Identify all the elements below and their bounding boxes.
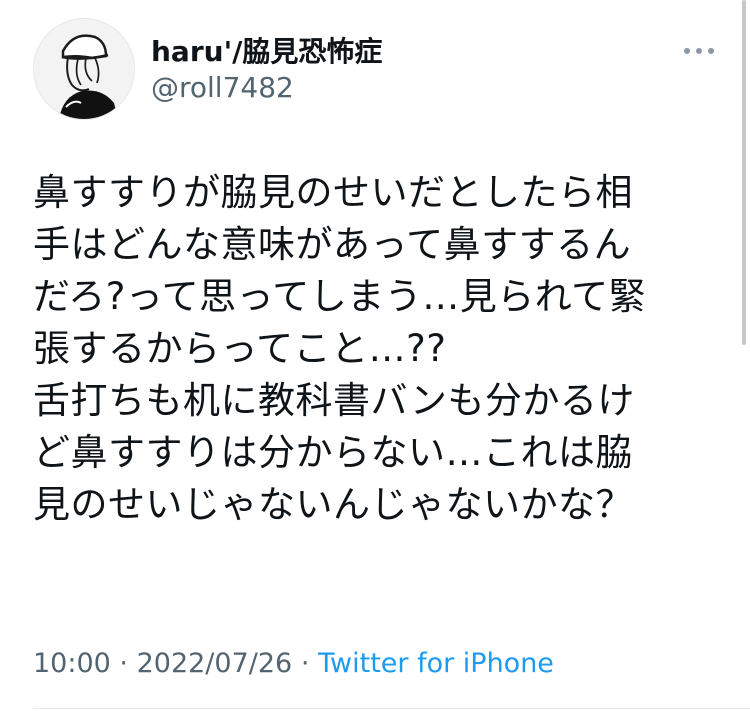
dot bbox=[696, 48, 702, 54]
tweet-source-link[interactable]: Twitter for iPhone bbox=[318, 648, 554, 679]
avatar[interactable] bbox=[33, 18, 135, 120]
tweet-time[interactable]: 10:00 bbox=[33, 648, 111, 679]
scrollbar[interactable] bbox=[742, 0, 746, 345]
tweet-text-line: だろ?って思ってしまう…見られて緊 bbox=[33, 275, 647, 318]
metadata-separator: · bbox=[119, 648, 128, 679]
tweet-text-line: 手はどんな意味があって鼻すするん bbox=[33, 223, 632, 266]
tweet-text-line: 見のせいじゃないんじゃないかな？ bbox=[33, 483, 633, 526]
tweet-text-line: 鼻すすりが脇見のせいだとしたら相 bbox=[33, 171, 633, 214]
more-options-button[interactable] bbox=[676, 34, 722, 68]
more-dots-icon bbox=[684, 48, 714, 54]
tweet-text-line: 張するからってこと…?? bbox=[33, 327, 447, 370]
divider bbox=[33, 708, 750, 709]
tweet-metadata: 10:00 · 2022/07/26 · Twitter for iPhone bbox=[33, 644, 554, 684]
author-display-name[interactable]: haru'/脇見恐怖症 bbox=[151, 34, 382, 70]
tweet-text: 鼻すすりが脇見のせいだとしたら相 手はどんな意味があって鼻すするん だろ?って思… bbox=[33, 167, 703, 531]
metadata-separator: · bbox=[300, 648, 310, 679]
tweet-card: haru'/脇見恐怖症 @roll7482 鼻すすりが脇見のせいだとしたら相 手… bbox=[0, 0, 750, 711]
author-handle[interactable]: @roll7482 bbox=[151, 71, 294, 105]
dot bbox=[708, 48, 714, 54]
tweet-text-line: 舌打ちも机に教科書バンも分かるけ bbox=[33, 379, 635, 422]
dot bbox=[684, 48, 690, 54]
tweet-date[interactable]: 2022/07/26 bbox=[137, 648, 293, 679]
avatar-illustration-icon bbox=[34, 19, 134, 119]
tweet-text-line: ど鼻すすりは分からない…これは脇 bbox=[33, 431, 633, 474]
